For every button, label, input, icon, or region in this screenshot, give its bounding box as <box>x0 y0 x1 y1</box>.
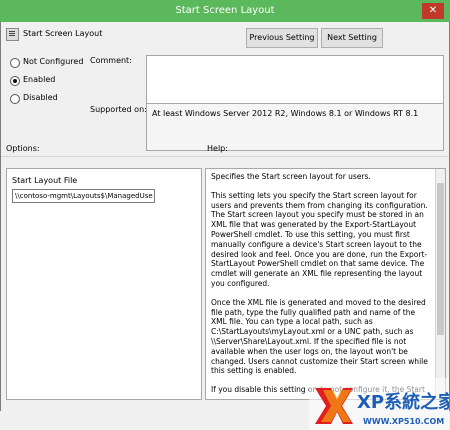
options-label: Options: <box>6 144 40 153</box>
start-layout-file-input[interactable]: \\contoso-mgmt\Layouts$\ManagedUse <box>12 189 155 203</box>
radio-label: Enabled <box>23 75 56 84</box>
supported-on-box: At least Windows Server 2012 R2, Windows… <box>146 103 444 151</box>
watermark-logo: XP系統之家 WWW.XP510.COM <box>309 378 449 430</box>
start-layout-file-label: Start Layout File <box>12 176 78 185</box>
watermark-brand: XP系統之家 <box>357 391 449 413</box>
previous-setting-button[interactable]: Previous Setting <box>246 28 318 48</box>
dialog-body: Start Screen Layout Previous Setting Nex… <box>0 22 450 430</box>
radio-button[interactable] <box>10 94 20 104</box>
radio-label: Not Configured <box>23 57 84 66</box>
watermark-url: WWW.XP510.COM <box>363 417 444 426</box>
help-label: Help: <box>207 144 228 153</box>
help-pane: Specifies the Start screen layout for us… <box>205 168 446 400</box>
title-bar: Start Screen Layout ✕ <box>0 0 450 23</box>
help-scrollbar[interactable] <box>435 169 445 399</box>
close-button[interactable]: ✕ <box>422 3 444 19</box>
next-setting-button[interactable]: Next Setting <box>321 28 383 48</box>
radio-button[interactable] <box>10 58 20 68</box>
policy-name: Start Screen Layout <box>23 29 103 38</box>
help-paragraph: Once the XML file is generated and moved… <box>211 297 428 376</box>
radio-label: Disabled <box>23 93 58 102</box>
supported-on-label: Supported on: <box>90 105 147 114</box>
scrollbar-thumb[interactable] <box>437 183 444 335</box>
radio-button[interactable] <box>10 76 20 86</box>
window-title: Start Screen Layout <box>175 5 275 16</box>
policy-icon <box>6 28 19 41</box>
options-pane: Start Layout File \\contoso-mgmt\Layouts… <box>6 168 202 400</box>
help-paragraph: This setting lets you specify the Start … <box>211 190 428 288</box>
help-paragraph: Specifies the Start screen layout for us… <box>211 172 371 181</box>
supported-on-value: At least Windows Server 2012 R2, Windows… <box>152 109 419 118</box>
divider <box>1 156 449 157</box>
comment-label: Comment: <box>90 56 132 65</box>
